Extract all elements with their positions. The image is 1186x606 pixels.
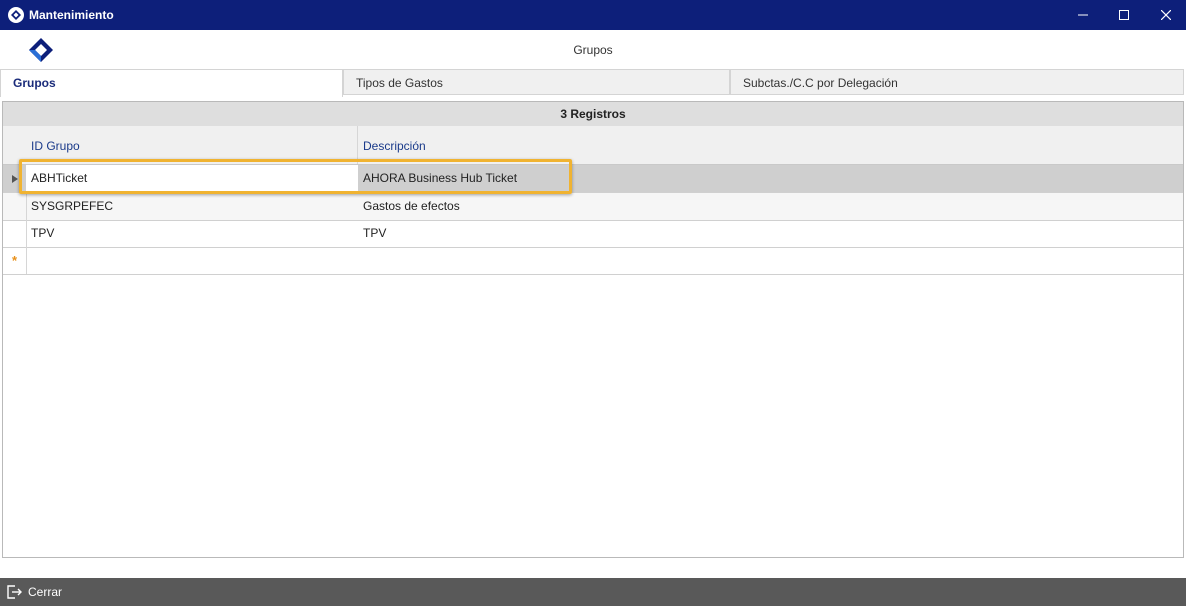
- cerrar-label: Cerrar: [28, 585, 63, 599]
- table-row[interactable]: SYSGRPEFEC Gastos de efectos: [3, 193, 1183, 221]
- close-icon: [1161, 10, 1171, 20]
- minimize-icon: [1078, 14, 1088, 16]
- title-bar: Mantenimiento: [0, 0, 1186, 30]
- tab-label: Grupos: [13, 76, 56, 90]
- cell-id-grupo[interactable]: SYSGRPEFEC: [26, 193, 358, 220]
- row-indicator: [3, 193, 27, 220]
- tab-subctas-delegacion[interactable]: Subctas./C.C por Delegación: [730, 69, 1184, 95]
- app-logo-icon: [8, 7, 24, 23]
- cell-id-grupo-new[interactable]: [26, 247, 358, 274]
- tab-label: Subctas./C.C por Delegación: [743, 76, 898, 90]
- record-count-header: 3 Registros: [3, 102, 1183, 127]
- table-row[interactable]: ABHTicket AHORA Business Hub Ticket: [3, 165, 1183, 193]
- cell-descripcion[interactable]: Gastos de efectos: [358, 193, 1183, 220]
- footer-bar: Cerrar: [0, 578, 1186, 606]
- exit-icon: [7, 585, 22, 599]
- new-row-indicator: *: [3, 247, 27, 274]
- column-header-row: ID Grupo Descripción: [3, 126, 1183, 165]
- new-row-star-icon: *: [11, 253, 18, 268]
- cell-descripcion[interactable]: TPV: [358, 220, 1183, 247]
- maximize-button[interactable]: [1101, 0, 1147, 30]
- column-header-descripcion[interactable]: Descripción: [358, 126, 1183, 164]
- page-title: Grupos: [573, 43, 613, 57]
- cell-descripcion-new[interactable]: [358, 247, 1183, 274]
- cell-id-grupo[interactable]: TPV: [26, 220, 358, 247]
- current-row-arrow-icon: [11, 174, 18, 183]
- row-indicator: [3, 220, 27, 247]
- maximize-icon: [1119, 10, 1129, 20]
- window-title: Mantenimiento: [29, 8, 114, 22]
- new-row[interactable]: *: [3, 247, 1183, 275]
- cerrar-button[interactable]: Cerrar: [6, 583, 62, 601]
- minimize-button[interactable]: [1060, 0, 1106, 30]
- row-indicator: [3, 165, 27, 192]
- cell-descripcion[interactable]: AHORA Business Hub Ticket: [358, 165, 1183, 192]
- table-row[interactable]: TPV TPV: [3, 220, 1183, 248]
- tab-grupos[interactable]: Grupos: [0, 69, 343, 97]
- tab-tipos-de-gastos[interactable]: Tipos de Gastos: [343, 69, 730, 95]
- close-window-button[interactable]: [1143, 0, 1186, 30]
- cell-id-grupo[interactable]: ABHTicket: [26, 165, 358, 192]
- column-header-id-grupo[interactable]: ID Grupo: [26, 126, 358, 164]
- tab-label: Tipos de Gastos: [356, 76, 443, 90]
- tab-bar: Grupos Tipos de Gastos Subctas./C.C por …: [0, 69, 1186, 97]
- grid-panel: 3 Registros ID Grupo Descripción ABHTick…: [2, 101, 1184, 558]
